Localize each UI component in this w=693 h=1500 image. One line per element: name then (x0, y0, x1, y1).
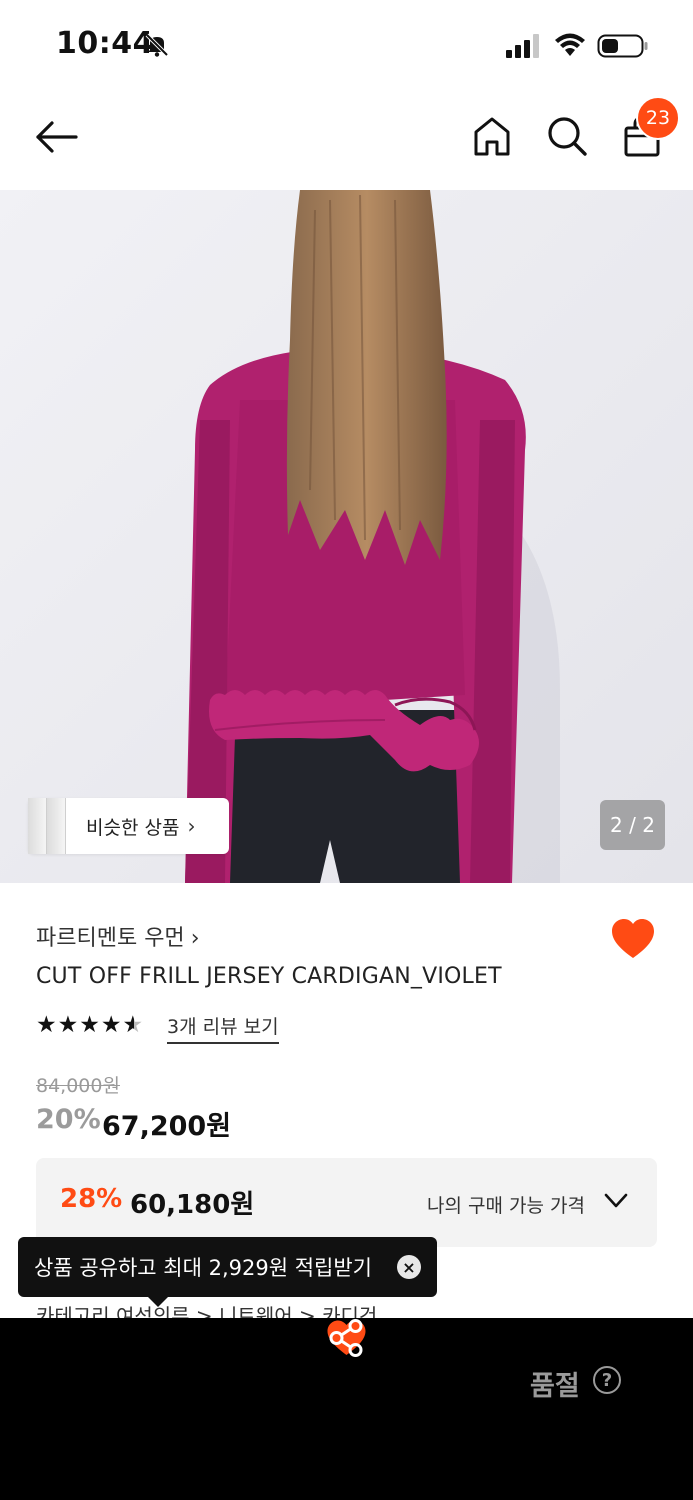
similar-products-label: 비슷한 상품 (86, 816, 180, 839)
star-icon: ★ (36, 1012, 57, 1038)
sold-out-label: 품절 (530, 1371, 580, 1402)
star-icon: ★ (100, 1012, 122, 1038)
chevron-right-icon: › (187, 814, 196, 838)
chevron-down-icon (604, 1193, 628, 1208)
share-icon[interactable] (0, 1318, 693, 1358)
home-icon[interactable] (470, 114, 514, 158)
similar-product-thumbnails (28, 798, 66, 854)
review-link[interactable]: 3개 리뷰 보기 (167, 1012, 279, 1044)
sale-price: 67,200원 (102, 1111, 232, 1142)
tooltip-text: 상품 공유하고 최대 2,929원 적립받기 (34, 1256, 372, 1280)
discount-rate: 20% (36, 1104, 101, 1135)
tooltip-tail (148, 1297, 168, 1307)
original-price: 84,000원 (36, 1075, 120, 1097)
status-bar: 10:44 (0, 0, 693, 88)
status-time: 10:44 (56, 26, 154, 61)
product-image-gallery[interactable]: 비슷한 상품 › 2 / 2 (0, 190, 693, 883)
star-icon: ★ (79, 1012, 100, 1038)
star-half-icon: ★ (122, 1012, 144, 1038)
signal-icon (506, 34, 539, 58)
my-price: 60,180원 (130, 1190, 255, 1220)
top-navigation: 23 (0, 88, 693, 190)
back-arrow-icon[interactable] (30, 116, 82, 158)
image-page-indicator: 2 / 2 (600, 800, 665, 850)
product-photo (0, 190, 693, 883)
wifi-icon (555, 33, 585, 56)
my-price-dropdown[interactable]: 28% 60,180원 나의 구매 가능 가격 (36, 1158, 657, 1247)
help-icon[interactable]: ? (593, 1366, 621, 1394)
share-reward-tooltip: 상품 공유하고 최대 2,929원 적립받기 × (18, 1237, 437, 1307)
similar-products-button[interactable]: 비슷한 상품 › (28, 798, 229, 854)
brand-name: 파르티멘토 우먼 (36, 926, 185, 951)
search-icon[interactable] (545, 114, 589, 158)
bell-mute-icon (145, 33, 169, 57)
rating-stars: ★ ★ ★ ★ ★ (36, 1012, 144, 1038)
product-title: CUT OFF FRILL JERSEY CARDIGAN_VIOLET (36, 964, 502, 989)
brand-link[interactable]: 파르티멘토 우먼 › (36, 920, 200, 952)
chevron-right-icon: › (190, 926, 200, 951)
battery-icon (597, 34, 648, 58)
cart-count-badge: 23 (636, 96, 680, 140)
heart-icon[interactable] (609, 916, 657, 962)
close-icon[interactable]: × (397, 1255, 421, 1279)
star-icon: ★ (57, 1012, 79, 1038)
my-price-label: 나의 구매 가능 가격 (427, 1195, 585, 1217)
my-discount-rate: 28% (60, 1184, 123, 1214)
